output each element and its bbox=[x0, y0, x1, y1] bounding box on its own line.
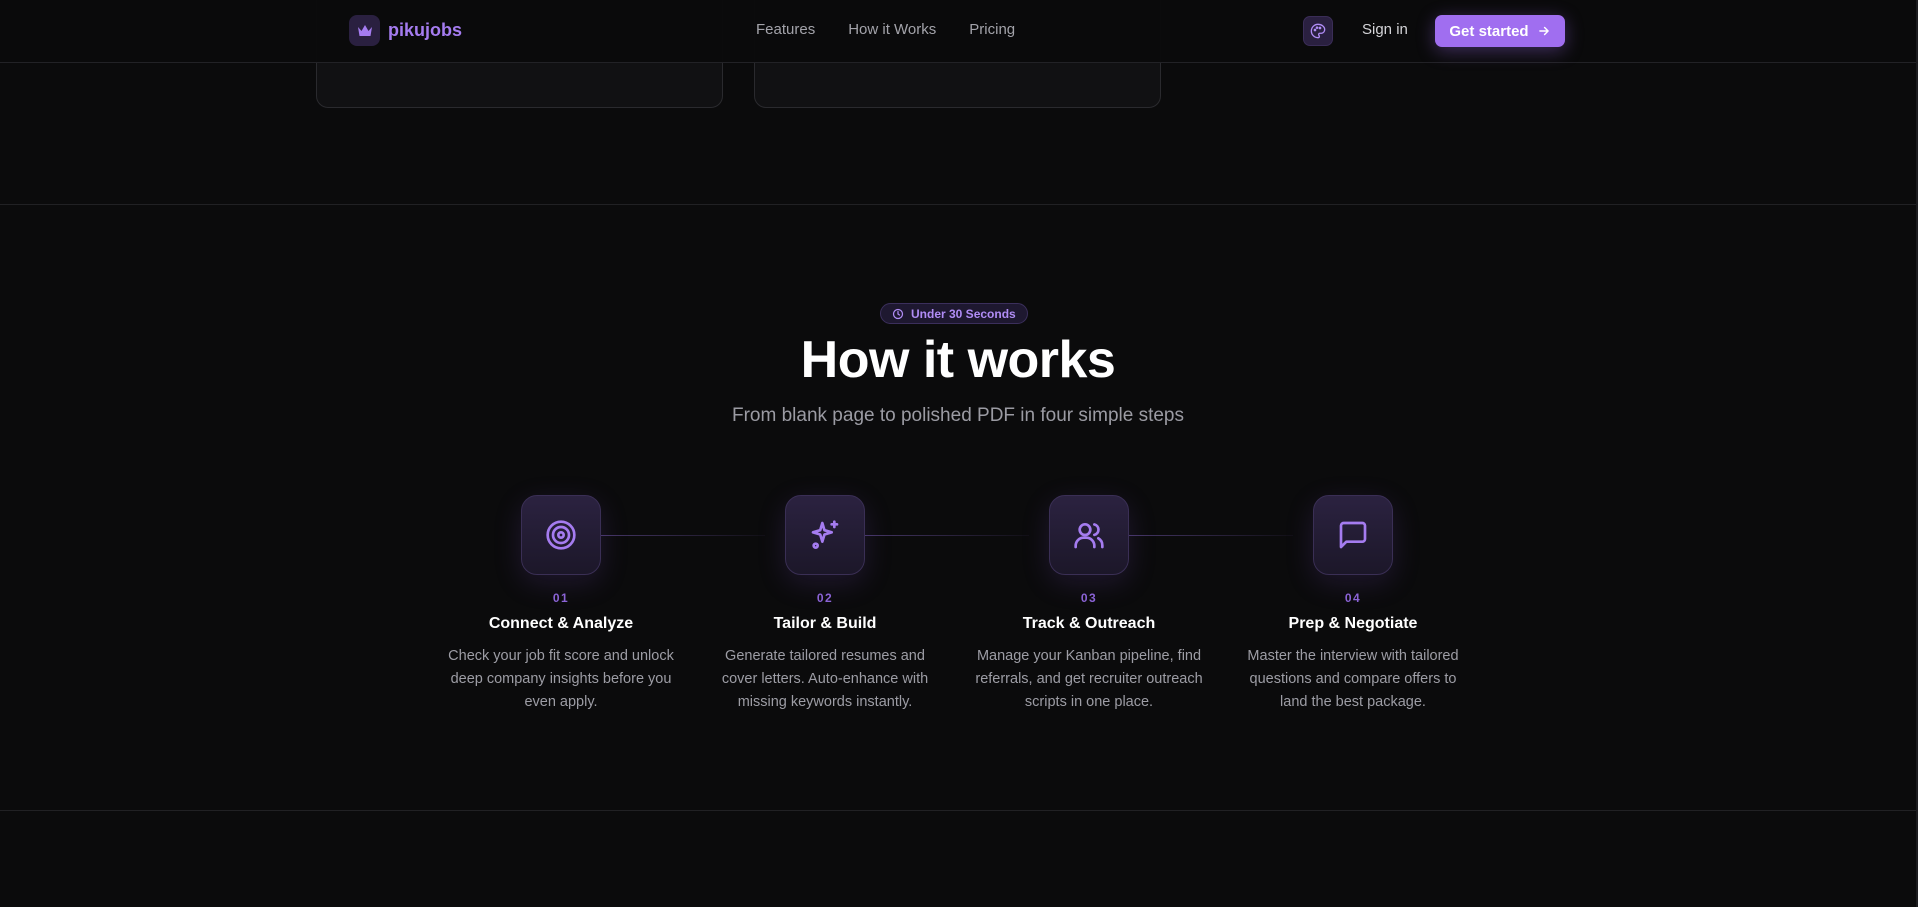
step-card: 04 Prep & Negotiate Master the interview… bbox=[1233, 495, 1473, 714]
step-card: 03 Track & Outreach Manage your Kanban p… bbox=[969, 495, 1209, 714]
users-icon bbox=[1049, 495, 1129, 575]
section-divider bbox=[0, 204, 1916, 205]
nav-link-how-it-works[interactable]: How it Works bbox=[848, 21, 936, 38]
sparkles-icon bbox=[785, 495, 865, 575]
arrow-right-icon bbox=[1538, 26, 1549, 36]
nav-link-features[interactable]: Features bbox=[756, 21, 815, 38]
badge-label: Under 30 Seconds bbox=[911, 306, 1016, 321]
step-title: Connect & Analyze bbox=[488, 615, 634, 632]
nav-link-pricing[interactable]: Pricing bbox=[969, 21, 1015, 38]
sign-in-link[interactable]: Sign in bbox=[1362, 21, 1408, 38]
step-number: 01 bbox=[552, 591, 570, 605]
step-description: Generate tailored resumes and cover lett… bbox=[721, 648, 929, 710]
page: pikujobs Features How it Works Pricing S… bbox=[0, 0, 1918, 907]
step-card: 01 Connect & Analyze Check your job fit … bbox=[441, 495, 681, 714]
clock-icon bbox=[892, 308, 904, 319]
palette-icon bbox=[1310, 23, 1326, 39]
step-description: Master the interview with tailored quest… bbox=[1247, 648, 1459, 710]
section-divider bbox=[0, 810, 1916, 811]
brand-link[interactable]: pikujobs bbox=[349, 15, 462, 46]
message-square-icon bbox=[1313, 495, 1393, 575]
step-number: 03 bbox=[1080, 591, 1098, 605]
step-description: Manage your Kanban pipeline, find referr… bbox=[975, 648, 1203, 710]
step-title: Prep & Negotiate bbox=[1288, 615, 1418, 632]
get-started-button[interactable]: Get started bbox=[1435, 15, 1565, 47]
target-icon bbox=[521, 495, 601, 575]
step-card: 02 Tailor & Build Generate tailored resu… bbox=[705, 495, 945, 714]
brand-name: pikujobs bbox=[388, 20, 463, 40]
section-badge: Under 30 Seconds bbox=[880, 303, 1028, 324]
section-subtitle: From blank page to polished PDF in four … bbox=[732, 405, 1184, 426]
step-title: Track & Outreach bbox=[1022, 615, 1156, 632]
crown-icon bbox=[349, 15, 380, 46]
step-number: 02 bbox=[816, 591, 834, 605]
step-description: Check your job fit score and unlock deep… bbox=[448, 648, 674, 710]
section-title: How it works bbox=[800, 331, 1116, 389]
get-started-label: Get started bbox=[1449, 22, 1529, 40]
step-title: Tailor & Build bbox=[773, 615, 877, 632]
step-number: 04 bbox=[1344, 591, 1362, 605]
navbar: pikujobs Features How it Works Pricing S… bbox=[0, 0, 1916, 63]
theme-toggle-button[interactable] bbox=[1303, 16, 1333, 46]
nav-links: Features How it Works Pricing bbox=[756, 21, 1015, 38]
